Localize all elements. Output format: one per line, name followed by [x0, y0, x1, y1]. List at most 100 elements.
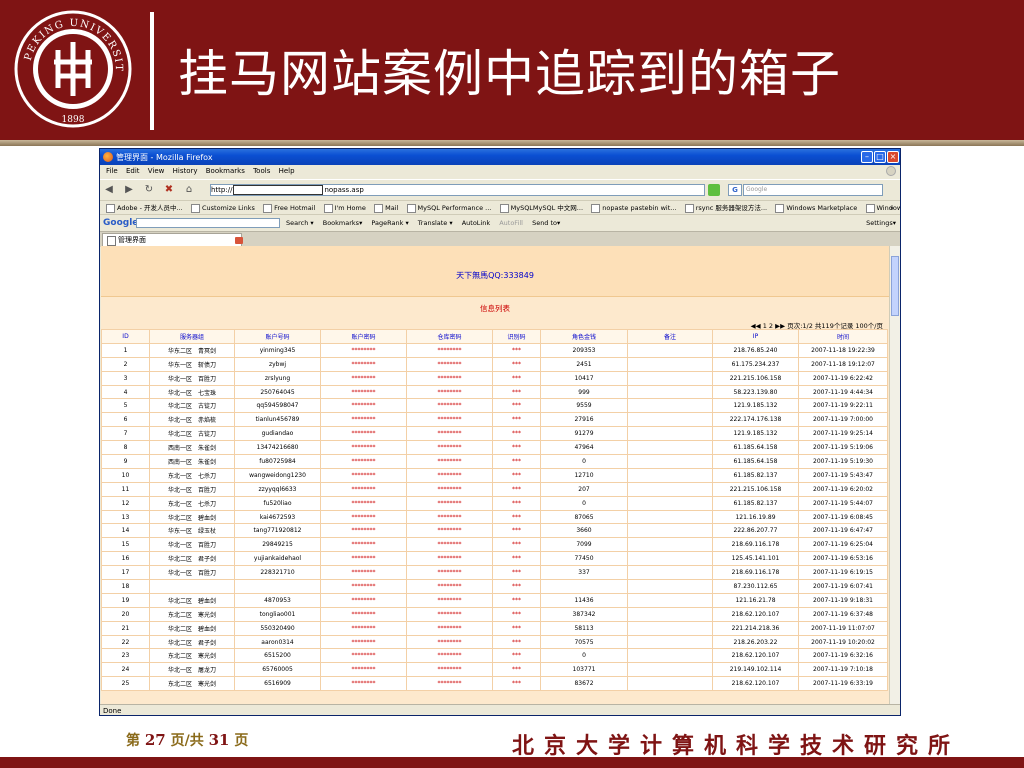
google-pagerank-button[interactable]: PageRank ▾ — [371, 219, 408, 227]
bookmarks-more[interactable]: » — [890, 201, 894, 215]
table-cell: 20 — [101, 606, 150, 622]
google-autolink-button[interactable]: AutoLink — [462, 219, 490, 227]
table-cell: ******** — [320, 565, 407, 581]
table-cell: 387342 — [540, 606, 628, 622]
table-cell: 218.62.120.107 — [712, 648, 799, 664]
bookmark-item[interactable]: Adobe - 开发人员中... — [106, 201, 183, 215]
table-row: 25 东北二区 寒光剑 6516909 ******** ******** *** 8367… — [101, 676, 888, 692]
bookmark-item[interactable]: MySQL Performance ... — [406, 201, 491, 215]
table-cell: ******** — [406, 412, 493, 428]
table-cell: zybwj — [234, 356, 321, 372]
menu-history[interactable]: History — [173, 165, 198, 178]
bookmark-item[interactable]: nopaste pastebin wit... — [591, 201, 677, 215]
table-cell: 16 — [101, 551, 150, 567]
table-cell: ******** — [406, 384, 493, 400]
bookmark-item[interactable]: Mail — [374, 201, 398, 215]
logo-year: 1898 — [62, 115, 85, 125]
table-row: 15 华北一区 百胜刀 29849215 ******** ******** *** 709… — [101, 537, 888, 553]
table-cell: ******** — [406, 454, 493, 469]
table-cell: ******** — [320, 481, 407, 497]
go-button[interactable] — [708, 184, 720, 196]
bookmark-item[interactable]: Windows Marketplace — [775, 201, 857, 215]
table-cell: ******** — [406, 565, 493, 581]
tab-admin-page[interactable]: 管理界面 — [102, 233, 243, 247]
google-search-button[interactable]: Search ▾ — [286, 219, 314, 227]
table-cell: 219.149.102.114 — [712, 662, 799, 678]
column-header: 时间 — [798, 329, 888, 344]
table-cell: ******** — [406, 370, 493, 386]
menu-view[interactable]: View — [148, 165, 165, 178]
window-titlebar[interactable]: 管理界面 - Mozilla Firefox – □ × — [100, 149, 900, 165]
table-cell: 121.16.19.89 — [712, 509, 799, 525]
table-row: 13 华北二区 碧血剑 kai4672593 ******** ******** *** 8… — [101, 509, 888, 525]
forward-arrow-icon[interactable]: ▶ — [122, 183, 136, 197]
bookmark-item[interactable]: Customize Links — [190, 201, 255, 215]
table-cell: 华北一区 赤焰梳 — [149, 412, 235, 428]
table-cell — [627, 481, 713, 497]
table-cell: ******** — [320, 467, 407, 483]
table-cell: 22 — [101, 634, 150, 650]
table-cell: 25 — [101, 676, 150, 692]
table-cell: 东北一区 七杀刀 — [149, 467, 235, 483]
table-cell: *** — [492, 370, 541, 386]
table-cell: ******** — [406, 537, 493, 553]
menu-edit[interactable]: Edit — [126, 165, 140, 178]
close-button[interactable]: × — [887, 151, 899, 163]
table-cell — [149, 579, 235, 594]
table-cell: 7 — [101, 426, 150, 442]
table-cell: 5 — [101, 398, 150, 414]
maximize-button[interactable]: □ — [874, 151, 886, 163]
google-autofill-button[interactable]: AutoFill — [499, 219, 523, 227]
table-cell: 222.174.176.138 — [712, 412, 799, 428]
google-settings-button[interactable]: Settings▾ — [866, 215, 896, 231]
table-cell: 250764045 — [234, 384, 321, 400]
table-cell — [627, 467, 713, 483]
menu-tools[interactable]: Tools — [253, 165, 270, 178]
search-engine-icon[interactable]: G — [728, 184, 742, 196]
table-cell: *** — [492, 426, 541, 442]
table-cell — [627, 495, 713, 511]
bookmark-item[interactable]: MySQLMySQL 中文网... — [499, 201, 583, 215]
reload-icon[interactable]: ↻ — [142, 183, 156, 197]
table-cell — [627, 426, 713, 442]
stop-icon[interactable]: ✖ — [162, 183, 176, 197]
bookmark-item[interactable]: I'm Home — [323, 201, 366, 215]
table-cell: 221.215.106.158 — [712, 370, 799, 386]
table-cell: *** — [492, 495, 541, 511]
bookmark-item[interactable]: Free Hotmail — [263, 201, 315, 215]
vertical-scrollbar[interactable] — [889, 246, 900, 704]
table-cell: ******** — [406, 523, 493, 539]
menu-file[interactable]: File — [106, 165, 118, 178]
menu-help[interactable]: Help — [279, 165, 295, 178]
table-cell: *** — [492, 634, 541, 650]
table-cell — [627, 509, 713, 525]
home-icon[interactable]: ⌂ — [182, 183, 196, 197]
scrollbar-thumb[interactable] — [891, 256, 899, 316]
navigation-toolbar: ◀ ▶ ↻ ✖ ⌂ http:// nopass.asp G Google — [100, 179, 900, 200]
column-header: 账户号码 — [234, 329, 321, 344]
back-arrow-icon[interactable]: ◀ — [102, 183, 116, 197]
google-translate-button[interactable]: Translate ▾ — [418, 219, 453, 227]
google-bookmarks-button[interactable]: Bookmarks▾ — [323, 219, 363, 227]
search-input[interactable]: Google — [743, 184, 883, 196]
table-cell — [627, 440, 713, 456]
google-search-input[interactable] — [136, 218, 280, 228]
table-row: 17 华北一区 百胜刀 228321710 ******** ******** *** 33… — [101, 565, 888, 581]
menu-bookmarks[interactable]: Bookmarks — [206, 165, 245, 178]
google-sendto-button[interactable]: Send to▾ — [532, 219, 560, 227]
url-input[interactable]: http:// nopass.asp — [210, 184, 705, 196]
minimize-button[interactable]: – — [861, 151, 873, 163]
bookmark-item[interactable]: rsync 服务器架设方法... — [684, 201, 767, 215]
window-title: 管理界面 - Mozilla Firefox — [116, 153, 213, 162]
table-cell: 2007-11-19 9:18:31 — [798, 592, 888, 608]
tab-close-icon[interactable] — [235, 237, 243, 244]
table-cell: 华东二区 青冥剑 — [149, 342, 235, 358]
table-cell — [627, 370, 713, 386]
google-logo[interactable]: Google — [103, 218, 138, 228]
table-row: 16 华北二区 君子剑 yujiankaidehaol ******** *******… — [101, 551, 888, 567]
table-row: 19 华北二区 碧血剑 4870953 ******** ******** *** 1143… — [101, 592, 888, 608]
table-cell: 61.185.82.137 — [712, 467, 799, 483]
table-row: 24 华北一区 屠龙刀 65760005 ******** ******** *** 103… — [101, 662, 888, 678]
table-cell: 东北二区 寒光剑 — [149, 606, 235, 622]
bookmark-item[interactable]: Windows — [865, 201, 900, 215]
